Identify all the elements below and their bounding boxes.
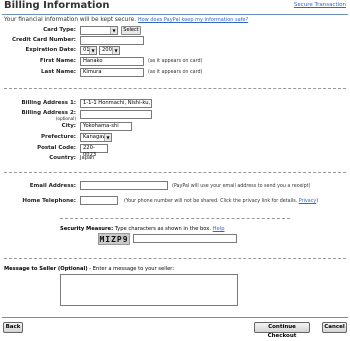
captcha-image: MIZP9 <box>98 233 130 245</box>
section-divider <box>60 218 290 219</box>
expiration-label: Expiration Date: <box>25 47 76 53</box>
secure-transaction-link[interactable]: Secure Transaction <box>294 2 346 8</box>
page-title: Billing Information <box>4 0 110 11</box>
captcha-input[interactable] <box>133 234 237 243</box>
security-measure-label: Security Measure: <box>60 226 114 232</box>
section-divider <box>4 172 346 173</box>
country-label: Country: <box>49 155 76 161</box>
message-row: Message to Seller (Optional) - Enter a m… <box>4 266 174 272</box>
select-card-button[interactable]: Select <box>121 26 141 35</box>
intro-statement: Your financial information will be kept … <box>4 17 137 23</box>
prefecture-label: Prefecture: <box>40 134 76 140</box>
message-instruction: - Enter a message to your seller: <box>87 266 175 272</box>
back-button[interactable]: Back <box>3 322 23 333</box>
section-divider <box>4 258 346 259</box>
home-phone-label: Home Telephone: <box>22 198 76 204</box>
section-divider <box>4 88 346 89</box>
phone-note: (Your phone number will not be shared. C… <box>124 199 318 204</box>
first-name-input[interactable]: Hanako <box>80 57 144 66</box>
prefecture-select[interactable]: Kanagawa ▼ <box>80 133 112 142</box>
chevron-down-icon: ▼ <box>104 134 111 141</box>
email-note: (PayPal will use your email address to s… <box>172 184 311 189</box>
first-name-label: First Name: <box>39 58 76 64</box>
home-phone-input[interactable] <box>80 196 118 205</box>
city-input[interactable]: Yokohama-shi <box>80 122 132 131</box>
chevron-down-icon: ▼ <box>89 47 96 54</box>
first-name-note: (as it appears on card) <box>148 59 203 64</box>
city-label: City: <box>61 123 76 129</box>
billing-address2-optional: (optional) <box>55 116 76 121</box>
email-input[interactable] <box>80 181 168 190</box>
country-value: Japan <box>80 155 95 161</box>
security-measure-row: Security Measure: Type characters as sho… <box>60 226 224 232</box>
security-help-link[interactable]: Help <box>213 226 225 232</box>
exp-year-select[interactable]: 2008 ▼ <box>99 46 120 55</box>
billing-address2-input[interactable] <box>80 110 152 119</box>
privacy-link[interactable]: Privacy <box>299 199 316 204</box>
footer-divider <box>2 317 348 318</box>
email-label: Email Address: <box>29 183 76 189</box>
cancel-button[interactable]: Cancel <box>322 322 347 333</box>
last-name-label: Last Name: <box>40 69 76 75</box>
card-type-select[interactable]: ▼ <box>80 26 118 35</box>
intro-text: Your financial information will be kept … <box>4 17 248 23</box>
chevron-down-icon: ▼ <box>110 27 117 34</box>
security-info-link[interactable]: How does PayPal keep my information safe… <box>138 17 248 23</box>
security-instruction: Type characters as shown in the box. <box>114 226 211 232</box>
phone-note-end: ) <box>316 199 319 204</box>
card-number-label: Credit Card Number: <box>12 37 76 43</box>
title-divider <box>2 14 348 15</box>
message-label: Message to Seller (Optional) <box>4 266 88 272</box>
phone-note-text: (Your phone number will not be shared. C… <box>124 199 298 204</box>
exp-month-select[interactable]: 01 ▼ <box>80 46 97 55</box>
chevron-down-icon: ▼ <box>112 47 119 54</box>
card-number-input[interactable] <box>80 36 144 45</box>
billing-address1-input[interactable]: 1-1-1 Honmachi, Nishi-ku, <box>80 99 152 108</box>
postal-code-input[interactable]: 220-0023 <box>80 144 108 158</box>
card-type-label: Card Type: <box>43 27 76 33</box>
last-name-input[interactable]: Kimura <box>80 68 144 77</box>
postal-code-label: Postal Code: <box>37 145 76 151</box>
last-name-note: (as it appears on card) <box>148 70 203 75</box>
continue-checkout-button[interactable]: Continue Checkout <box>254 322 310 339</box>
message-textarea[interactable] <box>60 274 238 306</box>
billing-address1-label: Billing Address 1: <box>21 100 76 106</box>
